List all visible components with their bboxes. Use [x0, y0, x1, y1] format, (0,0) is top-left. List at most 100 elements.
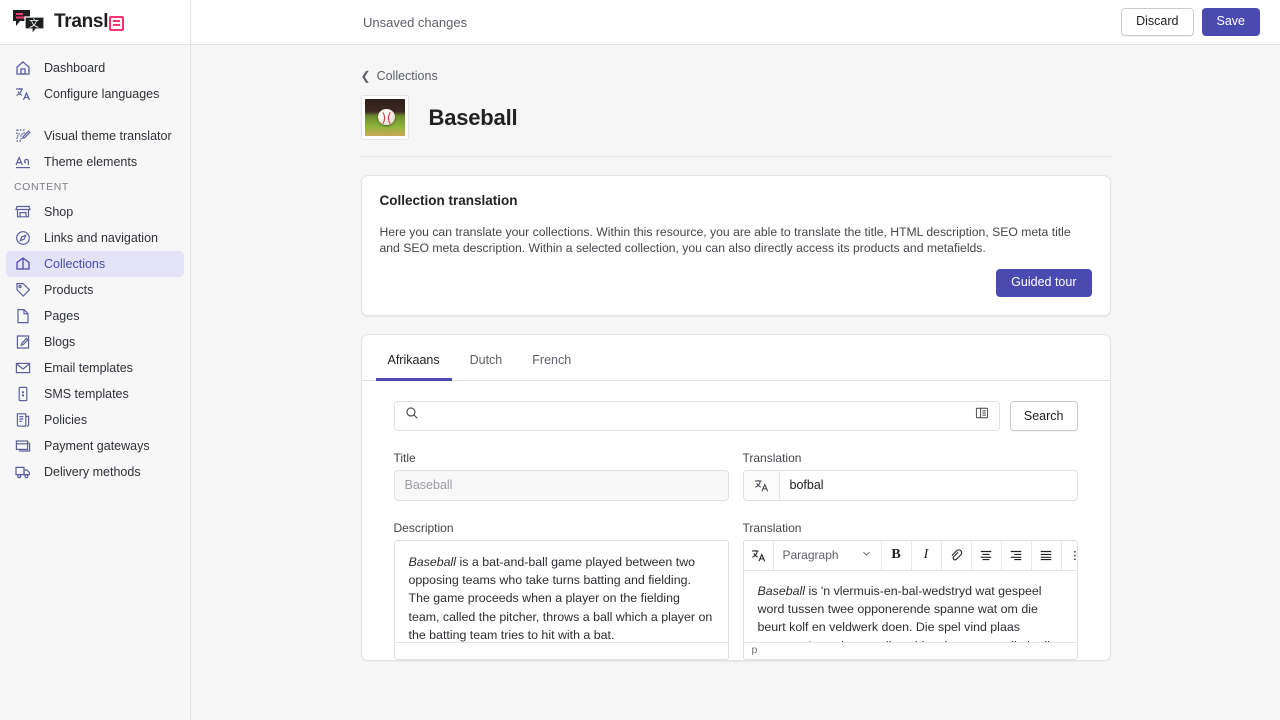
translate-icon — [14, 85, 32, 103]
search-input[interactable] — [426, 408, 967, 423]
description-textbox[interactable]: Baseball is a bat-and-ball game played b… — [393, 539, 729, 660]
sidebar-item-label: Visual theme translator — [44, 129, 172, 143]
breadcrumb[interactable]: ❮ Collections — [361, 69, 1111, 83]
discard-button[interactable]: Discard — [1121, 8, 1194, 36]
tab-french[interactable]: French — [520, 343, 583, 381]
translate-icon[interactable] — [744, 540, 774, 571]
sidebar-nav: Dashboard Configure languages Visual the… — [0, 45, 190, 485]
brand-logo[interactable]: 文 Transl — [0, 0, 190, 45]
chevron-left-icon: ❮ — [360, 69, 371, 83]
sidebar-group-primary: Dashboard Configure languages — [0, 55, 190, 107]
align-center-icon[interactable] — [972, 540, 1002, 571]
description-text: Baseball is a bat-and-ball game played b… — [395, 541, 728, 657]
title-input[interactable] — [393, 469, 729, 501]
title-translation-input[interactable] — [779, 470, 1077, 500]
link-icon[interactable] — [942, 540, 972, 571]
sidebar-item-label: SMS templates — [44, 387, 129, 401]
language-tabs: Afrikaans Dutch French — [361, 335, 1110, 381]
search-box[interactable] — [393, 400, 1000, 431]
sidebar-item-dashboard[interactable]: Dashboard — [6, 55, 184, 81]
title-translation-label: Translation — [742, 450, 802, 465]
description-label: Description — [393, 520, 454, 535]
payment-icon — [14, 437, 32, 455]
page-content: ❮ Collections Baseball Collection transl… — [360, 45, 1111, 661]
align-justify-icon[interactable] — [1032, 540, 1062, 571]
top-bar: Unsaved changes Discard Save — [191, 0, 1280, 45]
side-panel-icon[interactable] — [975, 406, 989, 425]
sidebar-item-label: Collections — [44, 257, 106, 271]
title-row: Title Translation — [393, 450, 1078, 501]
block-format-select[interactable]: Paragraph — [774, 540, 882, 571]
align-right-icon[interactable] — [1002, 540, 1032, 571]
theme-edit-icon — [14, 127, 32, 145]
info-card-footer: Guided tour — [362, 268, 1110, 315]
sidebar-divider — [0, 107, 190, 123]
page-icon — [14, 307, 32, 325]
sidebar-item-configure-languages[interactable]: Configure languages — [6, 81, 184, 107]
description-translation-label: Translation — [742, 520, 802, 535]
delivery-truck-icon — [14, 463, 32, 481]
sidebar-item-visual-theme-translator[interactable]: Visual theme translator — [6, 123, 184, 149]
description-lead-italic: Baseball — [408, 554, 457, 569]
page-title: Baseball — [428, 104, 518, 130]
save-button[interactable]: Save — [1201, 8, 1260, 36]
tab-afrikaans[interactable]: Afrikaans — [375, 343, 452, 381]
sidebar-section-heading-content: CONTENT — [14, 181, 69, 193]
rich-text-editor: Paragraph B I Baseball is 'n vlermuis-en… — [742, 539, 1078, 660]
search-button[interactable]: Search — [1009, 400, 1078, 431]
sidebar-item-label: Blogs — [44, 335, 76, 349]
grip-more-icon[interactable] — [1062, 541, 1077, 571]
sidebar-item-email-templates[interactable]: Email templates — [6, 355, 184, 381]
app-root: 文 Transl Dashboard Configure languages V… — [0, 0, 1280, 720]
translation-lead-italic: Baseball — [757, 583, 806, 598]
description-translation-column: Translation Paragraph B I Baseball is 'n… — [742, 520, 1078, 660]
collection-translation-info-card: Collection translation Here you can tran… — [360, 175, 1111, 316]
sidebar-item-links-and-navigation[interactable]: Links and navigation — [6, 225, 184, 251]
tab-dutch[interactable]: Dutch — [458, 343, 515, 381]
sidebar-item-collections[interactable]: Collections — [6, 251, 184, 277]
sidebar-item-label: Policies — [44, 413, 88, 427]
title-source-column: Title — [393, 450, 729, 501]
unsaved-changes-status: Unsaved changes — [363, 14, 468, 30]
search-icon — [405, 406, 419, 425]
svg-text:文: 文 — [29, 17, 39, 30]
sidebar-item-label: Email templates — [44, 361, 133, 375]
sidebar-item-blogs[interactable]: Blogs — [6, 329, 184, 355]
sms-icon — [14, 385, 32, 403]
sidebar-item-label: Configure languages — [44, 87, 160, 101]
page-scroll-region[interactable]: ❮ Collections Baseball Collection transl… — [191, 45, 1280, 720]
editor-status-bar: p — [743, 641, 1077, 659]
editor-toolbar: Paragraph B I — [743, 540, 1077, 571]
italic-button[interactable]: I — [912, 540, 942, 571]
home-icon — [14, 59, 32, 77]
sidebar-item-pages[interactable]: Pages — [6, 303, 184, 329]
guided-tour-button[interactable]: Guided tour — [996, 268, 1092, 297]
sidebar-item-label: Pages — [44, 309, 80, 323]
info-card-body: Here you can translate your collections.… — [362, 208, 1110, 269]
search-row: Search — [393, 400, 1078, 431]
title-translation-field — [742, 469, 1078, 501]
sidebar: 文 Transl Dashboard Configure languages V… — [0, 0, 191, 720]
sidebar-item-payment-gateways[interactable]: Payment gateways — [6, 433, 184, 459]
translate-icon[interactable] — [743, 470, 780, 500]
sidebar-item-label: Dashboard — [44, 61, 106, 75]
bold-button[interactable]: B — [882, 540, 912, 571]
sidebar-item-delivery-methods[interactable]: Delivery methods — [6, 459, 184, 485]
title-label: Title — [393, 450, 416, 465]
description-status-bar — [394, 641, 728, 659]
translate-logo-icon: 文 — [12, 9, 46, 36]
brand-name: Transl — [54, 11, 125, 33]
sidebar-item-shop[interactable]: Shop — [6, 199, 184, 225]
collection-icon — [14, 255, 32, 273]
typography-icon — [14, 153, 32, 171]
sidebar-item-label: Shop — [44, 205, 74, 219]
translation-card: Afrikaans Dutch French Search Title Base… — [360, 333, 1111, 661]
breadcrumb-label: Collections — [376, 69, 438, 83]
store-icon — [14, 203, 32, 221]
description-row: Description Baseball is a bat-and-ball g… — [393, 520, 1078, 660]
title-translation-column: Translation — [742, 450, 1078, 501]
sidebar-item-products[interactable]: Products — [6, 277, 184, 303]
sidebar-item-sms-templates[interactable]: SMS templates — [6, 381, 184, 407]
sidebar-item-policies[interactable]: Policies — [6, 407, 184, 433]
sidebar-item-theme-elements[interactable]: Theme elements — [6, 149, 184, 175]
